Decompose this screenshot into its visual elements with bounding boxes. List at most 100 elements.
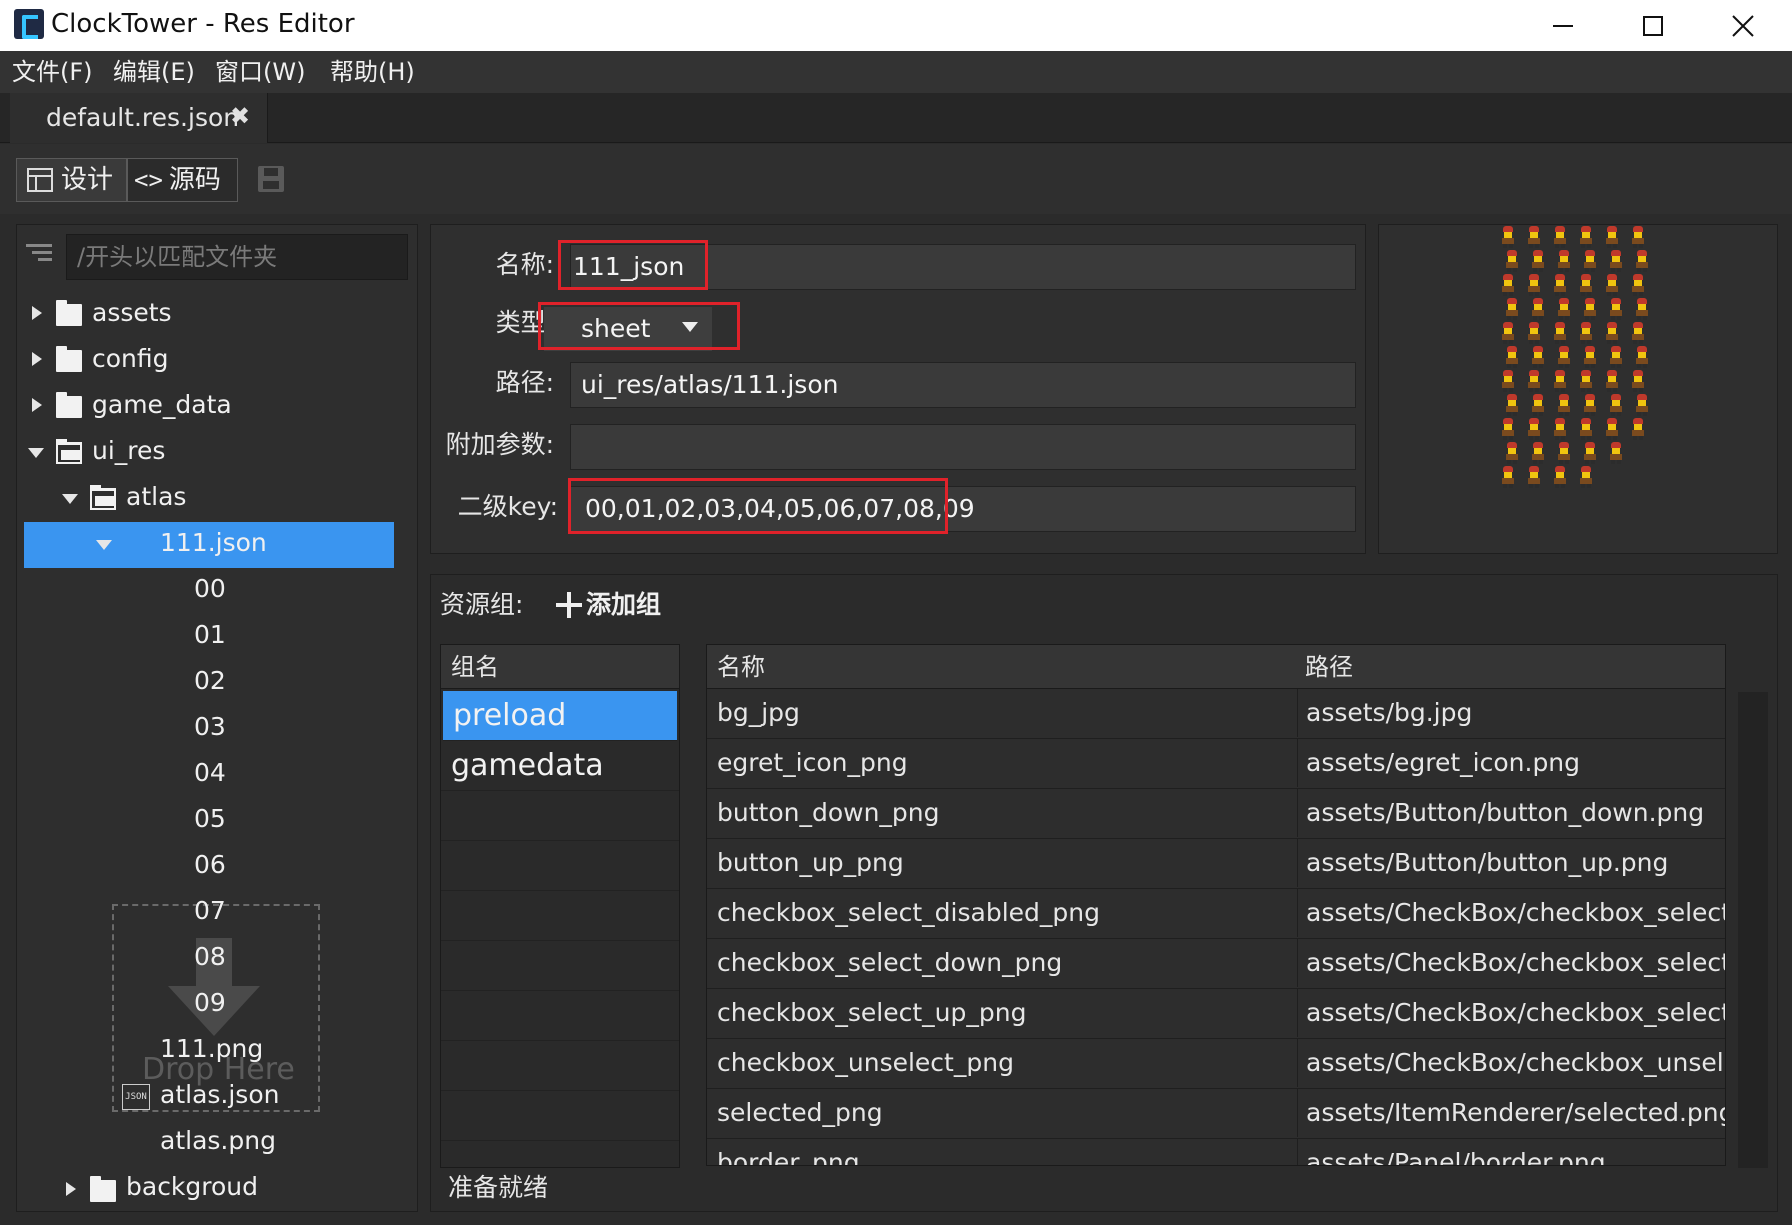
- resource-name-cell[interactable]: button_up_png: [717, 839, 1277, 887]
- table-row[interactable]: egret_icon_png assets/egret_icon.png: [707, 739, 1725, 789]
- tree-item-06[interactable]: 06: [194, 850, 226, 880]
- tree-item-02[interactable]: 02: [194, 666, 226, 696]
- tree-item-atlas-json[interactable]: atlas.json: [160, 1080, 279, 1110]
- collapse-arrow-icon[interactable]: [62, 494, 78, 504]
- source-view-button[interactable]: <> 源码: [127, 158, 238, 202]
- resource-path-cell[interactable]: assets/ItemRenderer/selected.png: [1297, 1089, 1725, 1137]
- sprite-frame: [1504, 394, 1520, 416]
- resource-path-cell[interactable]: assets/CheckBox/checkbox_select_d: [1297, 939, 1725, 987]
- name-highlight-box: [558, 240, 708, 290]
- tree-search-input[interactable]: [67, 235, 407, 279]
- resource-name-cell[interactable]: border_png: [717, 1139, 1277, 1165]
- expand-arrow-icon[interactable]: [32, 398, 42, 412]
- close-button[interactable]: [1698, 0, 1788, 51]
- column-header-path[interactable]: 路径: [1297, 645, 1725, 689]
- sprite-frame: [1526, 226, 1542, 248]
- resource-name-cell[interactable]: checkbox_select_disabled_png: [717, 889, 1277, 937]
- tab-bar: default.res.json ✖: [0, 93, 1792, 143]
- design-view-button[interactable]: 设计: [16, 158, 127, 202]
- tree-item-01[interactable]: 01: [194, 620, 226, 650]
- resource-path-cell[interactable]: assets/Panel/border.png: [1297, 1139, 1725, 1165]
- filter-icon[interactable]: [26, 244, 52, 266]
- column-header-name[interactable]: 名称: [717, 645, 1277, 689]
- tab-close-icon[interactable]: ✖: [230, 101, 250, 131]
- collapse-arrow-icon[interactable]: [28, 448, 44, 458]
- table-row[interactable]: selected_png assets/ItemRenderer/selected…: [707, 1089, 1725, 1139]
- table-row[interactable]: button_up_png assets/Button/button_up.png: [707, 839, 1725, 889]
- tree-item-backgroud[interactable]: backgroud: [126, 1172, 258, 1202]
- menu-window[interactable]: 窗口(W): [215, 57, 305, 87]
- table-scrollbar[interactable]: [1738, 692, 1768, 1168]
- resource-path-cell[interactable]: assets/egret_icon.png: [1297, 739, 1725, 787]
- sprite-frame: [1608, 346, 1624, 368]
- tree-item-111-png[interactable]: 111.png: [160, 1034, 263, 1064]
- source-label: 源码: [168, 165, 221, 195]
- resource-path-cell[interactable]: assets/bg.jpg: [1297, 689, 1725, 737]
- resource-name-cell[interactable]: checkbox_unselect_png: [717, 1039, 1277, 1087]
- expand-arrow-icon[interactable]: [66, 1182, 76, 1196]
- tree-item-08[interactable]: 08: [194, 942, 226, 972]
- resource-path-cell[interactable]: assets/CheckBox/checkbox_select_u: [1297, 989, 1725, 1037]
- sprite-frame: [1582, 394, 1598, 416]
- sprite-frame: [1578, 418, 1594, 440]
- table-row[interactable]: border_png assets/Panel/border.png: [707, 1139, 1725, 1165]
- group-item-gamedata[interactable]: gamedata: [441, 741, 679, 791]
- sprite-frame: [1556, 298, 1572, 320]
- save-icon[interactable]: [258, 166, 284, 192]
- tree-item-09[interactable]: 09: [194, 988, 226, 1018]
- resource-name-cell[interactable]: selected_png: [717, 1089, 1277, 1137]
- extra-params-label: 附加参数:: [445, 430, 554, 459]
- sprite-frame: [1530, 442, 1546, 464]
- resource-path-cell[interactable]: assets/CheckBox/checkbox_unselect: [1297, 1039, 1725, 1087]
- table-row[interactable]: checkbox_select_up_png assets/CheckBox/ch…: [707, 989, 1725, 1039]
- tree-item-03[interactable]: 03: [194, 712, 226, 742]
- tab-default-res-json[interactable]: default.res.json ✖: [10, 93, 268, 143]
- sprite-frame: [1530, 346, 1546, 368]
- name-label: 名称:: [495, 250, 554, 279]
- resource-name-cell[interactable]: egret_icon_png: [717, 739, 1277, 787]
- expand-arrow-icon[interactable]: [32, 352, 42, 366]
- resource-name-cell[interactable]: checkbox_select_up_png: [717, 989, 1277, 1037]
- extra-params-field[interactable]: [570, 424, 1356, 470]
- resource-path-cell[interactable]: assets/Button/button_down.png: [1297, 789, 1725, 837]
- maximize-button[interactable]: [1608, 0, 1698, 51]
- path-field[interactable]: ui_res/atlas/111.json: [570, 362, 1356, 408]
- sprite-frame: [1630, 322, 1646, 344]
- tree-item-game-data[interactable]: game_data: [92, 390, 232, 420]
- tree-item-atlas[interactable]: atlas: [126, 482, 186, 512]
- resource-path-cell[interactable]: assets/CheckBox/checkbox_select_di: [1297, 889, 1725, 937]
- tree-item-ui-res[interactable]: ui_res: [92, 436, 165, 466]
- tree-item-config[interactable]: config: [92, 344, 169, 374]
- minimize-button[interactable]: [1518, 0, 1608, 51]
- table-row[interactable]: checkbox_unselect_png assets/CheckBox/che…: [707, 1039, 1725, 1089]
- group-list-header[interactable]: 组名: [441, 645, 679, 689]
- tree-item-05[interactable]: 05: [194, 804, 226, 834]
- tree-item-00[interactable]: 00: [194, 574, 226, 604]
- resource-path-cell[interactable]: assets/Button/button_up.png: [1297, 839, 1725, 887]
- resource-name-cell[interactable]: checkbox_select_down_png: [717, 939, 1277, 987]
- table-row[interactable]: checkbox_select_down_png assets/CheckBox/…: [707, 939, 1725, 989]
- tree-item-07[interactable]: 07: [194, 896, 226, 926]
- subkey-label: 二级key:: [457, 492, 558, 521]
- tree-search-box[interactable]: [66, 234, 408, 280]
- table-row[interactable]: button_down_png assets/Button/button_down…: [707, 789, 1725, 839]
- table-row[interactable]: bg_jpg assets/bg.jpg: [707, 689, 1725, 739]
- resource-name-cell[interactable]: button_down_png: [717, 789, 1277, 837]
- sprite-frame: [1604, 370, 1620, 392]
- table-row[interactable]: checkbox_select_disabled_png assets/Check…: [707, 889, 1725, 939]
- path-value[interactable]: ui_res/atlas/111.json: [581, 363, 838, 407]
- folder-icon: [56, 392, 82, 418]
- menu-edit[interactable]: 编辑(E): [113, 57, 195, 87]
- collapse-arrow-icon[interactable]: [96, 540, 112, 550]
- menu-help[interactable]: 帮助(H): [330, 57, 415, 87]
- group-item-preload[interactable]: preload: [443, 691, 677, 741]
- menu-file[interactable]: 文件(F): [12, 57, 93, 87]
- tree-item-04[interactable]: 04: [194, 758, 226, 788]
- sprite-frame: [1578, 274, 1594, 296]
- tree-item-111-json[interactable]: 111.json: [160, 528, 267, 558]
- expand-arrow-icon[interactable]: [32, 306, 42, 320]
- tree-item-assets[interactable]: assets: [92, 298, 172, 328]
- resource-name-cell[interactable]: bg_jpg: [717, 689, 1277, 737]
- add-group-button[interactable]: 添加组: [556, 590, 661, 620]
- tree-item-atlas-png[interactable]: atlas.png: [160, 1126, 276, 1156]
